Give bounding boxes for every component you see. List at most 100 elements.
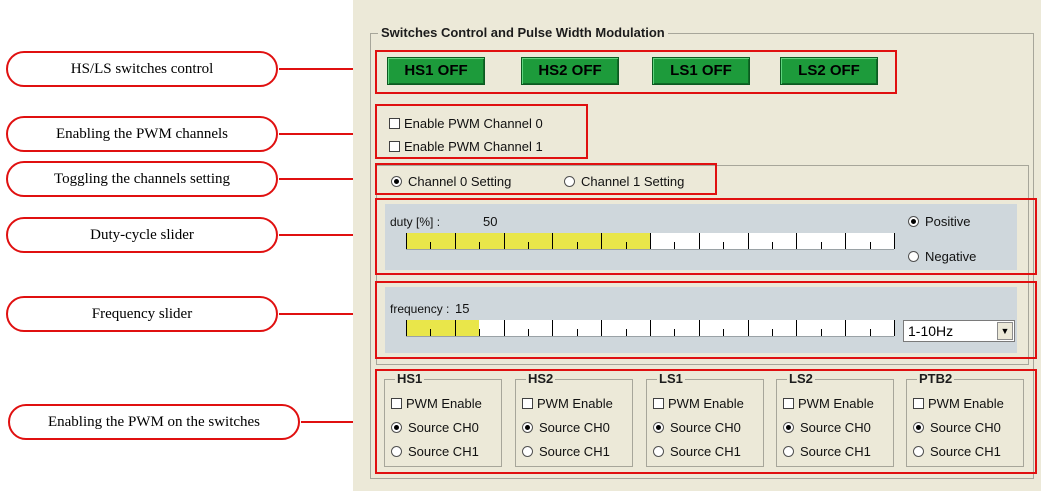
source-ch0-radio[interactable]: Source CH0 (913, 420, 1001, 435)
slider-tick (894, 233, 895, 249)
channel0-setting-radio[interactable]: Channel 0 Setting (391, 174, 511, 189)
slider-tick (845, 233, 846, 249)
slider-tick (552, 320, 553, 336)
ls2-off-button[interactable]: LS2 OFF (780, 57, 878, 85)
slider-tick (455, 320, 456, 336)
chevron-down-icon[interactable]: ▼ (997, 322, 1013, 340)
switch-group-ls1: LS1 PWM Enable Source CH0 Source CH1 (646, 371, 764, 467)
radio-dot[interactable] (908, 216, 919, 227)
slider-tick (894, 320, 895, 336)
frequency-slider[interactable] (406, 320, 895, 337)
hs1-off-button[interactable]: HS1 OFF (387, 57, 485, 85)
radio-label: Channel 1 Setting (581, 174, 685, 189)
pwm-enable-checkbox[interactable]: PWM Enable (391, 396, 482, 411)
frequency-slider-fill (406, 320, 479, 336)
slider-tick (626, 242, 627, 249)
source-ch1-radio[interactable]: Source CH1 (522, 444, 610, 459)
slider-tick (601, 320, 602, 336)
switch-group-ptb2: PTB2 PWM Enable Source CH0 Source CH1 (906, 371, 1024, 467)
source-ch0-radio[interactable]: Source CH0 (391, 420, 479, 435)
slider-tick (723, 329, 724, 336)
hs2-off-button[interactable]: HS2 OFF (521, 57, 619, 85)
channel1-setting-radio[interactable]: Channel 1 Setting (564, 174, 684, 189)
frequency-value: 15 (455, 301, 470, 316)
positive-radio[interactable]: Positive (908, 214, 971, 229)
source-ch1-radio[interactable]: Source CH1 (391, 444, 479, 459)
duty-label: duty [%] : (390, 215, 441, 229)
radio-dot[interactable] (783, 422, 794, 433)
source-ch0-radio[interactable]: Source CH0 (783, 420, 871, 435)
radio-dot[interactable] (522, 422, 533, 433)
checkbox-box[interactable] (389, 118, 400, 129)
slider-tick (650, 233, 651, 249)
checkbox-box[interactable] (391, 398, 402, 409)
checkbox-box[interactable] (653, 398, 664, 409)
radio-label: Source CH0 (539, 420, 610, 435)
radio-dot[interactable] (391, 446, 402, 457)
switch-group-title: LS1 (657, 371, 685, 386)
source-ch1-radio[interactable]: Source CH1 (913, 444, 1001, 459)
slider-tick (748, 233, 749, 249)
checkbox-box[interactable] (522, 398, 533, 409)
switch-group-title: HS1 (395, 371, 425, 386)
slider-tick (430, 242, 431, 249)
switch-group-ls2: LS2 PWM Enable Source CH0 Source CH1 (776, 371, 894, 467)
slider-tick (577, 329, 578, 336)
checkbox-box[interactable] (913, 398, 924, 409)
slider-tick (479, 242, 480, 249)
slider-tick (821, 329, 822, 336)
slider-tick (528, 329, 529, 336)
switch-group-title: PTB2 (917, 371, 955, 386)
radio-dot[interactable] (783, 446, 794, 457)
radio-dot[interactable] (913, 446, 924, 457)
source-ch0-radio[interactable]: Source CH0 (522, 420, 610, 435)
pwm-enable-checkbox[interactable]: PWM Enable (653, 396, 744, 411)
frequency-range-select[interactable]: 1-10Hz ▼ (903, 320, 1015, 342)
radio-label: Source CH0 (408, 420, 479, 435)
pwm-enable-checkbox[interactable]: PWM Enable (913, 396, 1004, 411)
source-ch1-radio[interactable]: Source CH1 (783, 444, 871, 459)
source-ch0-radio[interactable]: Source CH0 (653, 420, 741, 435)
duty-value: 50 (483, 214, 498, 229)
radio-label: Source CH1 (539, 444, 610, 459)
negative-radio[interactable]: Negative (908, 249, 976, 264)
radio-dot[interactable] (653, 422, 664, 433)
radio-dot[interactable] (653, 446, 664, 457)
checkbox-box[interactable] (783, 398, 794, 409)
slider-tick (455, 233, 456, 249)
radio-dot[interactable] (564, 176, 575, 187)
pwm-enable-checkbox[interactable]: PWM Enable (783, 396, 874, 411)
slider-tick (821, 242, 822, 249)
enable-pwm-ch0-checkbox[interactable]: Enable PWM Channel 0 (389, 116, 543, 131)
slider-tick (674, 242, 675, 249)
radio-dot[interactable] (391, 176, 402, 187)
slider-tick (699, 233, 700, 249)
radio-label: Source CH1 (800, 444, 871, 459)
radio-dot[interactable] (522, 446, 533, 457)
switch-group-title: LS2 (787, 371, 815, 386)
radio-label: Source CH1 (670, 444, 741, 459)
checkbox-label: PWM Enable (406, 396, 482, 411)
checkbox-box[interactable] (389, 141, 400, 152)
pwm-enable-checkbox[interactable]: PWM Enable (522, 396, 613, 411)
switch-group-hs1: HS1 PWM Enable Source CH0 Source CH1 (384, 371, 502, 467)
enable-pwm-ch1-checkbox[interactable]: Enable PWM Channel 1 (389, 139, 543, 154)
checkbox-label: PWM Enable (537, 396, 613, 411)
checkbox-label: PWM Enable (668, 396, 744, 411)
select-value: 1-10Hz (908, 323, 954, 339)
frequency-label: frequency : (390, 302, 450, 316)
source-ch1-radio[interactable]: Source CH1 (653, 444, 741, 459)
slider-tick (699, 320, 700, 336)
slider-tick (748, 320, 749, 336)
slider-tick (796, 233, 797, 249)
slider-tick (845, 320, 846, 336)
slider-tick (406, 233, 407, 249)
slider-tick (870, 242, 871, 249)
radio-dot[interactable] (913, 422, 924, 433)
ls1-off-button[interactable]: LS1 OFF (652, 57, 750, 85)
radio-label: Source CH0 (800, 420, 871, 435)
duty-slider[interactable] (406, 233, 895, 250)
radio-dot[interactable] (908, 251, 919, 262)
slider-tick (796, 320, 797, 336)
radio-dot[interactable] (391, 422, 402, 433)
